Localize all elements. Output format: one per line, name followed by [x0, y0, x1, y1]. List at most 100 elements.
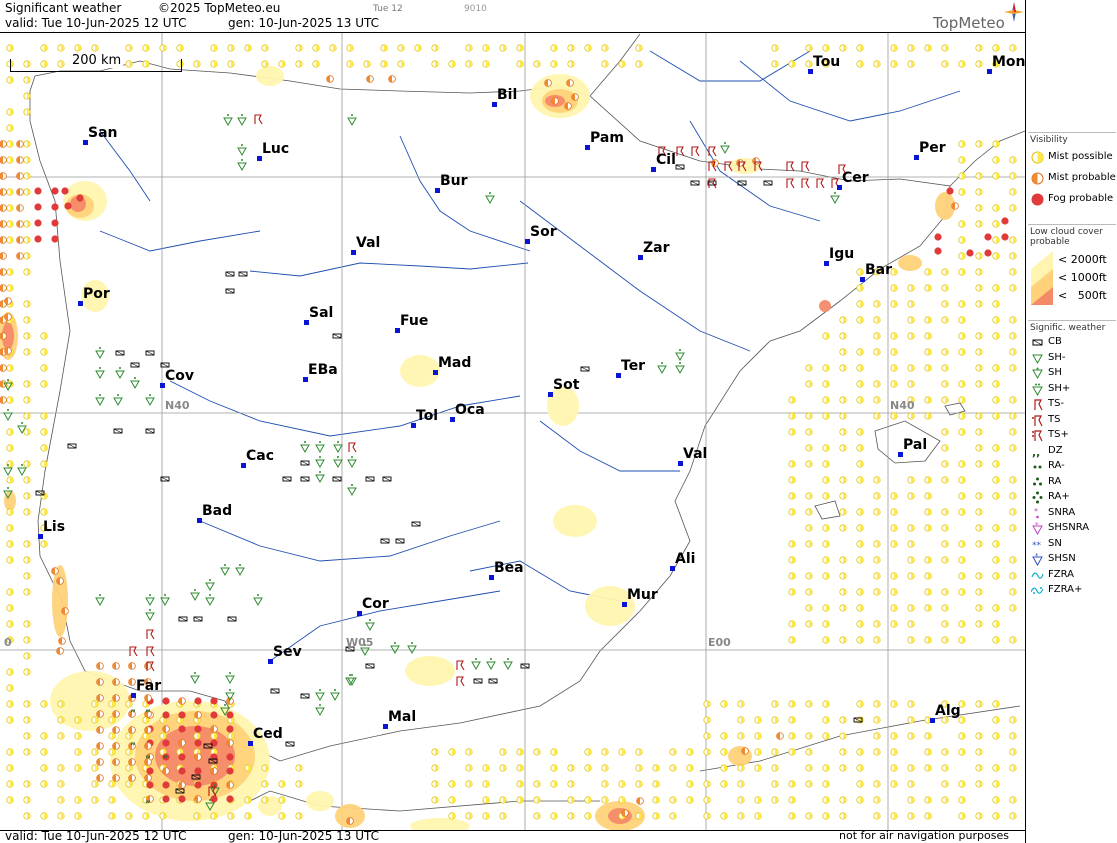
ts-heavy-icon [1030, 429, 1044, 442]
mist-possible-marker [856, 748, 864, 756]
mist-possible-marker [635, 748, 643, 756]
mist-possible-marker [856, 268, 864, 276]
mist-possible-marker [924, 508, 932, 516]
river-12 [649, 50, 811, 82]
mist-probable-marker [0, 332, 7, 340]
mist-possible-marker [108, 812, 116, 820]
weather-map[interactable]: ” ” ” ” ” ” 200 km N40 N40 W05 E00 0 San Luc Bi… [0, 32, 1025, 831]
mist-possible-marker [958, 380, 966, 388]
mist-possible-marker [6, 748, 14, 756]
mist-possible-marker [890, 812, 898, 820]
mist-possible-marker [975, 780, 983, 788]
legend-panel: Visibility Mist possible Mist probable F… [1025, 0, 1117, 843]
mist-probable-marker [112, 710, 120, 718]
north-africa-coast [249, 790, 600, 812]
mist-probable-marker [178, 781, 186, 789]
fog-probable-marker [178, 725, 186, 733]
freezing-rain-heavy-icon [1029, 584, 1044, 596]
mist-probable-marker [96, 662, 104, 670]
mist-possible-marker [499, 764, 507, 772]
mist-possible-marker [108, 748, 116, 756]
mist-possible-marker [822, 444, 830, 452]
mist-possible-marker [125, 764, 133, 772]
mist-possible-marker [975, 60, 983, 68]
mist-possible-marker [482, 764, 490, 772]
mist-possible-marker [159, 732, 167, 740]
rain-heavy-icon [1030, 491, 1044, 504]
mist-possible-marker [924, 44, 932, 52]
mist-possible-marker [873, 476, 881, 484]
mist-possible-marker [941, 428, 949, 436]
mist-possible-marker [6, 444, 14, 452]
mist-possible-marker [159, 44, 167, 52]
city-name: Far [136, 678, 162, 694]
legend-sigwx-row: RA+ [1028, 489, 1116, 505]
mist-possible-marker [958, 748, 966, 756]
legend-sigwx-row: RA- [1028, 458, 1116, 474]
mist-possible-marker [720, 812, 728, 820]
mist-possible-marker [482, 796, 490, 804]
mist-possible-marker [703, 732, 711, 740]
mist-possible-marker [958, 476, 966, 484]
mist-possible-marker [516, 60, 524, 68]
mist-probable-marker [0, 156, 7, 164]
mist-possible-marker [1009, 284, 1017, 292]
legend-sigwx-row: FZRA [1028, 567, 1116, 583]
mist-possible-marker [533, 60, 541, 68]
mist-possible-marker [346, 60, 354, 68]
mist-possible-marker [856, 348, 864, 356]
mist-possible-marker [278, 780, 286, 788]
mist-possible-marker [584, 44, 592, 52]
mist-probable-marker [4, 313, 12, 321]
mist-possible-marker [958, 492, 966, 500]
mist-possible-marker [839, 556, 847, 564]
city-name: Mur [627, 587, 658, 603]
mist-possible-marker [992, 444, 1000, 452]
mist-possible-marker [873, 300, 881, 308]
mist-possible-marker [822, 476, 830, 484]
mist-probable-marker [326, 75, 334, 83]
fog-probable-marker [194, 739, 202, 747]
mist-possible-marker [822, 412, 830, 420]
mist-possible-marker [907, 476, 915, 484]
legend-fog-probable: Fog probable [1048, 193, 1114, 204]
mist-possible-marker [941, 476, 949, 484]
legend-sigwx-row: ,, DZ [1028, 443, 1116, 459]
mist-possible-marker [23, 796, 31, 804]
legend-sigwx-label: TS [1048, 413, 1061, 425]
mist-possible-marker [839, 812, 847, 820]
mist-probable-marker [0, 364, 7, 372]
mist-possible-marker [40, 812, 48, 820]
mist-possible-marker [720, 732, 728, 740]
mist-possible-marker [788, 508, 796, 516]
mist-possible-marker [1009, 204, 1017, 212]
mist-possible-marker [890, 492, 898, 500]
mist-possible-marker [822, 780, 830, 788]
mist-possible-marker [873, 540, 881, 548]
mist-possible-marker [23, 236, 31, 244]
mist-probable-marker [210, 767, 218, 775]
mist-probable-marker [112, 726, 120, 734]
mist-possible-marker [652, 764, 660, 772]
fog-probable-marker [194, 767, 202, 775]
mist-possible-marker [6, 156, 14, 164]
legend-sigwx-label: RA- [1048, 460, 1065, 471]
mist-possible-marker [397, 60, 405, 68]
mist-possible-marker [958, 396, 966, 404]
mist-possible-marker [924, 396, 932, 404]
low-cloud-patch-29 [728, 746, 752, 766]
mist-possible-marker [975, 572, 983, 580]
mist-probable-marker [96, 742, 104, 750]
mist-possible-marker [873, 332, 881, 340]
fog-probable-marker [146, 781, 154, 789]
mist-probable-marker [96, 726, 104, 734]
mist-possible-marker [890, 284, 898, 292]
mist-possible-marker [890, 60, 898, 68]
mist-possible-marker [890, 524, 898, 532]
mist-possible-marker [992, 252, 1000, 260]
mist-possible-marker [1009, 556, 1017, 564]
mist-possible-marker [1009, 396, 1017, 404]
mist-possible-marker [924, 268, 932, 276]
mist-possible-marker [856, 508, 864, 516]
mist-possible-marker [856, 780, 864, 788]
